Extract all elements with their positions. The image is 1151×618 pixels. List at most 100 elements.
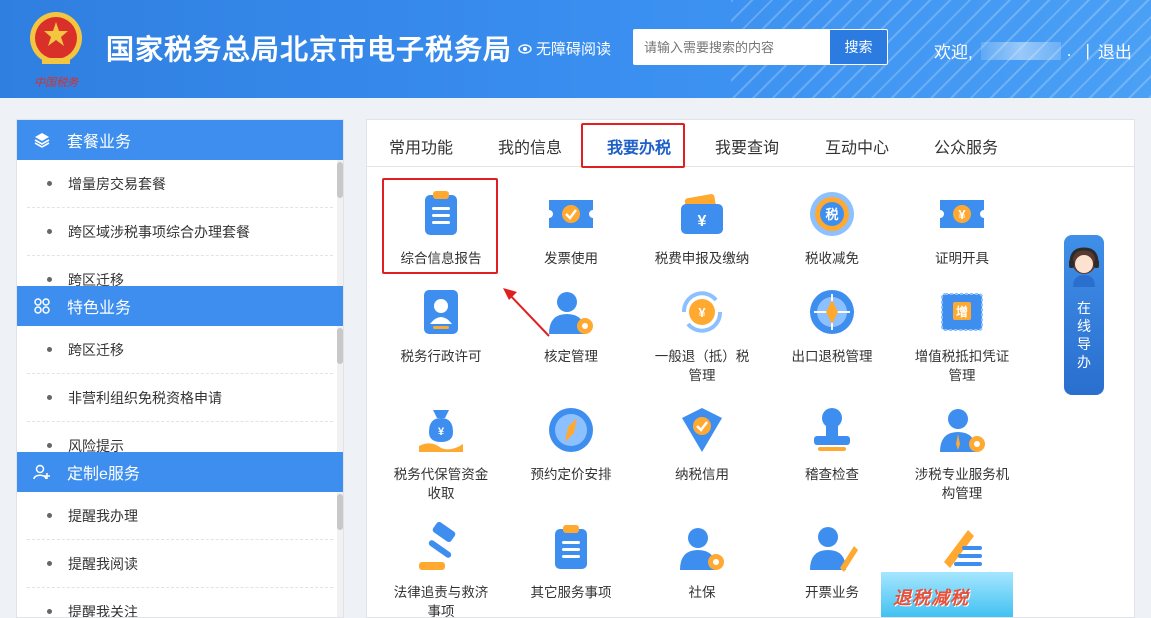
service-item[interactable]: 税税收减免 xyxy=(767,188,897,268)
bullet-icon xyxy=(47,277,52,282)
service-label: 证明开具 xyxy=(935,251,989,266)
service-label: 出口退税管理 xyxy=(791,349,873,364)
bullet-icon xyxy=(47,347,52,352)
sidebar-item-label: 跨区域涉税事项综合办理套餐 xyxy=(68,223,250,240)
service-label: 社保 xyxy=(688,585,716,600)
scrollbar[interactable] xyxy=(337,160,343,286)
user-add-icon xyxy=(33,464,50,480)
eye-icon xyxy=(518,43,532,54)
scrollbar[interactable] xyxy=(337,326,343,452)
service-label: 税收减免 xyxy=(805,251,859,266)
service-label: 税费申报及缴纳 xyxy=(654,251,750,266)
sidebar-list[interactable]: 跨区迁移 非营利组织免税资格申请 风险提示 xyxy=(17,326,343,452)
scrollbar[interactable] xyxy=(337,492,343,617)
svg-text:税: 税 xyxy=(825,207,838,222)
service-item[interactable]: ¥ 一般退（抵）税 管理 xyxy=(637,286,767,385)
tab-common[interactable]: 常用功能 xyxy=(389,134,453,158)
customer-service-avatar-icon xyxy=(1069,247,1099,287)
bullet-icon xyxy=(47,181,52,186)
service-label: 开票业务 xyxy=(805,585,859,600)
service-item[interactable]: 纳税信用 xyxy=(637,404,767,484)
sidebar-item-label: 提醒我阅读 xyxy=(68,555,138,572)
bullet-icon xyxy=(47,513,52,518)
globe-icon xyxy=(810,290,854,334)
service-item[interactable]: 法律追责与救济 事项 xyxy=(376,522,506,618)
sidebar-header-label: 定制e服务 xyxy=(67,466,140,483)
agent-gear-icon xyxy=(940,409,985,452)
sidebar-header-custom[interactable]: 定制e服务 xyxy=(17,452,343,492)
bullet-icon xyxy=(47,561,52,566)
sidebar-item-label: 跨区迁移 xyxy=(68,341,124,358)
grid-icon xyxy=(34,298,50,314)
shield-check-icon xyxy=(682,408,722,452)
online-guide-label: 在线导办 xyxy=(1077,300,1091,370)
sidebar-item[interactable]: 风险提示 xyxy=(27,422,333,452)
sidebar-item[interactable]: 提醒我办理 xyxy=(27,492,333,540)
service-label: 法律追责与救济 事项 xyxy=(393,585,489,618)
sidebar-list[interactable]: 增量房交易套餐 跨区域涉税事项综合办理套餐 跨区迁移 xyxy=(17,160,343,286)
service-panel: 常用功能 我的信息 我要办税 我要查询 互动中心 公众服务 综合信息报告 发票使用… xyxy=(366,119,1135,618)
welcome-dot: . xyxy=(1066,40,1072,60)
sidebar-section-feature: 特色业务 跨区迁移 非营利组织免税资格申请 风险提示 xyxy=(17,286,343,452)
service-item[interactable]: 预约定价安排 xyxy=(506,404,636,484)
sidebar-item[interactable]: 提醒我关注 xyxy=(27,588,333,617)
service-item[interactable]: 税务行政许可 xyxy=(376,286,506,366)
svg-text:¥: ¥ xyxy=(438,426,445,438)
svg-text:¥: ¥ xyxy=(698,213,707,230)
svg-text:¥: ¥ xyxy=(958,207,966,222)
service-item[interactable]: 开票业务 xyxy=(767,522,897,602)
sidebar-header-label: 特色业务 xyxy=(67,300,132,317)
accessibility-label: 无障碍阅读 xyxy=(536,41,612,58)
service-item[interactable]: 其它服务事项 xyxy=(506,522,636,602)
service-label: 涉税专业服务机 构管理 xyxy=(914,467,1010,501)
online-guide-widget[interactable]: 在线导办 xyxy=(1064,235,1104,395)
service-item[interactable]: ¥ 税务代保管资金 收取 xyxy=(376,404,506,503)
sidebar-item-label: 跨区迁移 xyxy=(68,271,124,287)
promo-banner[interactable]: 退税减税 xyxy=(881,572,1013,617)
sidebar-item[interactable]: 跨区迁移 xyxy=(27,326,333,374)
sidebar-list[interactable]: 提醒我办理 提醒我阅读 提醒我关注 xyxy=(17,492,343,617)
service-item[interactable]: ¥ 证明开具 xyxy=(897,188,1027,268)
service-item[interactable]: 社保 xyxy=(637,522,767,602)
accessibility-link[interactable]: 无障碍阅读 xyxy=(518,38,611,59)
promo-text: 退税减税 xyxy=(893,588,969,608)
stamp-icon xyxy=(814,408,850,451)
svg-text:增: 增 xyxy=(956,304,968,319)
site-header: 中国税务 国家税务总局北京市电子税务局 无障碍阅读 搜索 欢迎, . | 退出 xyxy=(0,0,1151,98)
sidebar-header-feature[interactable]: 特色业务 xyxy=(17,286,343,326)
gavel-icon xyxy=(419,522,456,570)
clipboard-icon xyxy=(555,525,587,569)
logout-link[interactable]: 退出 xyxy=(1098,38,1132,63)
ticket-check-icon xyxy=(549,200,593,228)
service-item[interactable]: ¥ 税费申报及缴纳 xyxy=(637,188,767,268)
search-button[interactable]: 搜索 xyxy=(829,29,888,65)
service-item[interactable]: 增增值税抵扣凭证 管理 xyxy=(897,286,1027,385)
tab-bar: 常用功能 我的信息 我要办税 我要查询 互动中心 公众服务 xyxy=(367,120,1134,168)
service-label: 税务代保管资金 收取 xyxy=(393,467,489,501)
sidebar-item[interactable]: 跨区迁移 xyxy=(27,256,333,286)
sidebar-header-label: 套餐业务 xyxy=(67,134,132,151)
sidebar-item[interactable]: 提醒我阅读 xyxy=(27,540,333,588)
sidebar-header-package[interactable]: 套餐业务 xyxy=(17,120,343,160)
wallet-yen-icon: ¥ xyxy=(681,194,723,234)
scrollbar-thumb[interactable] xyxy=(337,494,343,530)
service-item[interactable]: 涉税专业服务机 构管理 xyxy=(897,404,1027,503)
scrollbar-thumb[interactable] xyxy=(337,162,343,198)
bullet-icon xyxy=(47,443,52,448)
search-input[interactable] xyxy=(633,29,829,65)
tab-my-info[interactable]: 我的信息 xyxy=(498,134,562,158)
sidebar-item[interactable]: 增量房交易套餐 xyxy=(27,160,333,208)
bullet-icon xyxy=(47,395,52,400)
site-title[interactable]: 国家税务总局北京市电子税务局 xyxy=(106,28,512,68)
sidebar-item[interactable]: 跨区域涉税事项综合办理套餐 xyxy=(27,208,333,256)
sidebar-item[interactable]: 非营利组织免税资格申请 xyxy=(27,374,333,422)
sidebar-section-package: 套餐业务 增量房交易套餐 跨区域涉税事项综合办理套餐 跨区迁移 xyxy=(17,120,343,286)
yen-refresh-icon: ¥ xyxy=(681,291,723,333)
tab-public-service[interactable]: 公众服务 xyxy=(934,134,998,158)
service-item[interactable]: 稽查检查 xyxy=(767,404,897,484)
tab-interaction[interactable]: 互动中心 xyxy=(825,134,889,158)
scrollbar-thumb[interactable] xyxy=(337,328,343,364)
service-item[interactable]: 出口退税管理 xyxy=(767,286,897,366)
service-item[interactable]: 发票使用 xyxy=(506,188,636,268)
tab-query[interactable]: 我要查询 xyxy=(715,134,779,158)
